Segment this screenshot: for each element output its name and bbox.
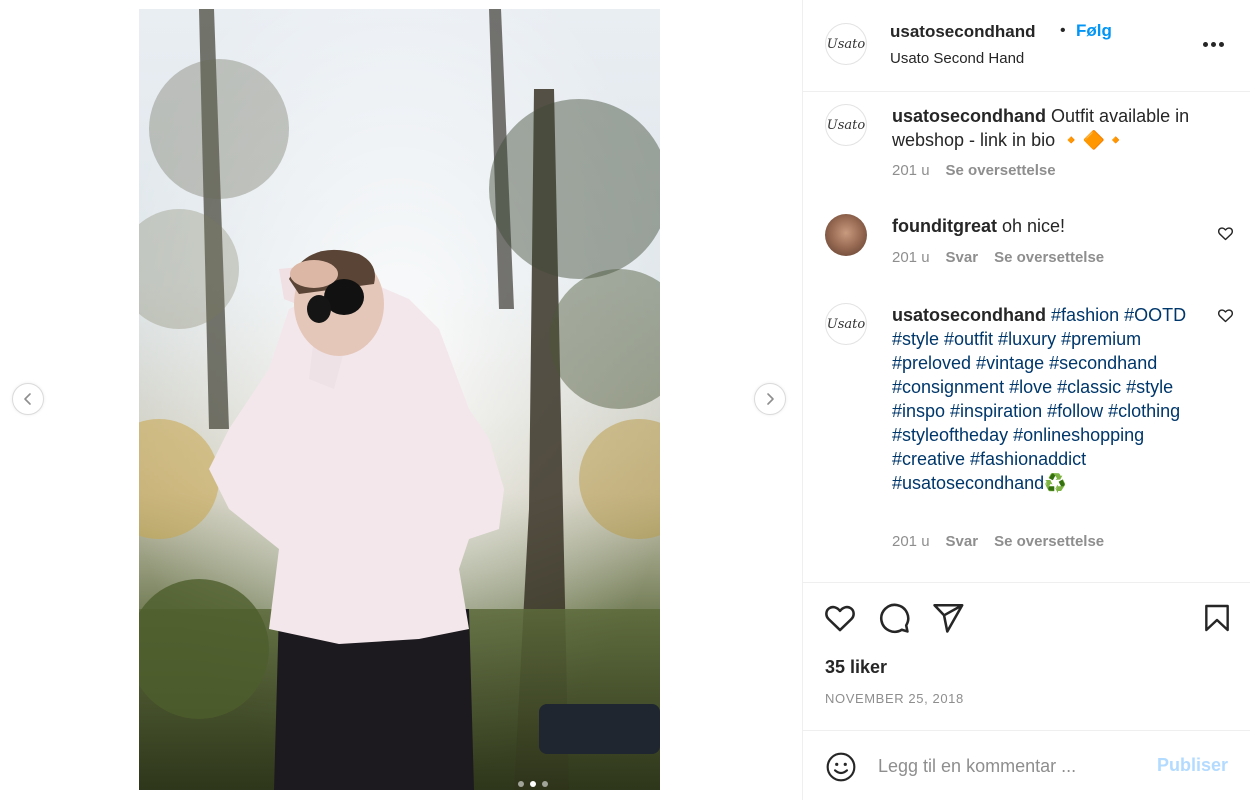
next-image-button[interactable] [754, 383, 786, 415]
comment-username[interactable]: usatosecondhand [892, 305, 1046, 325]
hashtag-list[interactable]: #fashion #OOTD #style #outfit #luxury #p… [892, 305, 1186, 493]
comment-item: Usato usatosecondhand #fashion #OOTD #st… [803, 291, 1250, 581]
comment-meta: 201 u Svar Se oversettelse [892, 249, 1104, 266]
comment-time[interactable]: 201 u [892, 533, 930, 550]
carousel-dot [542, 781, 548, 787]
add-comment-form: Publiser [803, 730, 1250, 800]
comment-meta: 201 u Svar Se oversettelse [892, 533, 1104, 550]
see-translation-button[interactable]: Se oversettelse [994, 533, 1104, 550]
comment-time[interactable]: 201 u [892, 162, 930, 179]
previous-image-button[interactable] [12, 383, 44, 415]
comment-meta: 201 u Se oversettelse [892, 162, 1056, 179]
post-header: Usato usatosecondhand • Følg Usato Secon… [803, 0, 1250, 92]
comments-list: Usato usatosecondhand Outfit available i… [803, 92, 1250, 582]
more-options-button[interactable] [1203, 42, 1224, 47]
comment-emoji: 🔸🔶🔸 [1060, 130, 1128, 150]
carousel-dot [518, 781, 524, 787]
reply-button[interactable]: Svar [946, 249, 979, 266]
post-info-pane: Usato usatosecondhand • Følg Usato Secon… [802, 0, 1250, 800]
heart-icon[interactable] [1217, 307, 1234, 324]
post-photo[interactable] [139, 9, 660, 790]
heart-icon[interactable] [823, 601, 857, 635]
chevron-right-icon [767, 393, 774, 405]
comment-body: usatosecondhand #fashion #OOTD #style #o… [892, 303, 1202, 495]
caption-comment: Usato usatosecondhand Outfit available i… [803, 92, 1250, 192]
heart-icon[interactable] [1217, 225, 1234, 242]
comment-username[interactable]: usatosecondhand [892, 106, 1046, 126]
post-username[interactable]: usatosecondhand [890, 22, 1035, 42]
comment-item: founditgreat oh nice! 201 u Svar Se over… [803, 202, 1250, 292]
comment-time[interactable]: 201 u [892, 249, 930, 266]
see-translation-button[interactable]: Se oversettelse [994, 249, 1104, 266]
reply-button[interactable]: Svar [946, 533, 979, 550]
bookmark-icon[interactable] [1201, 601, 1233, 635]
emoji-icon[interactable] [825, 751, 857, 783]
separator-dot: • [1060, 22, 1066, 39]
carousel-dots [518, 781, 548, 787]
comment-icon[interactable] [877, 601, 911, 635]
carousel-dot-active [530, 781, 536, 787]
avatar-logo: Usato [826, 36, 866, 52]
more-icon [1203, 42, 1208, 47]
chevron-left-icon [24, 393, 31, 405]
comment-input[interactable] [878, 753, 1138, 779]
publish-button[interactable]: Publiser [1157, 755, 1228, 776]
like-count[interactable]: 35 liker [825, 657, 887, 678]
post-date[interactable]: NOVEMBER 25, 2018 [825, 691, 964, 706]
see-translation-button[interactable]: Se oversettelse [946, 162, 1056, 179]
account-subtitle: Usato Second Hand [890, 50, 1025, 67]
comment-body: founditgreat oh nice! [892, 214, 1202, 238]
share-icon[interactable] [931, 601, 965, 635]
avatar[interactable] [825, 214, 867, 256]
follow-button[interactable]: Følg [1076, 21, 1112, 41]
avatar[interactable]: Usato [825, 104, 867, 146]
comment-text: oh nice! [1002, 216, 1066, 236]
post-actions: 35 liker NOVEMBER 25, 2018 [803, 582, 1250, 730]
avatar[interactable]: Usato [825, 23, 867, 65]
comment-body: usatosecondhand Outfit available in webs… [892, 104, 1202, 152]
photo-illustration [139, 9, 660, 790]
avatar[interactable]: Usato [825, 303, 867, 345]
comment-username[interactable]: founditgreat [892, 216, 997, 236]
media-pane [0, 0, 802, 800]
